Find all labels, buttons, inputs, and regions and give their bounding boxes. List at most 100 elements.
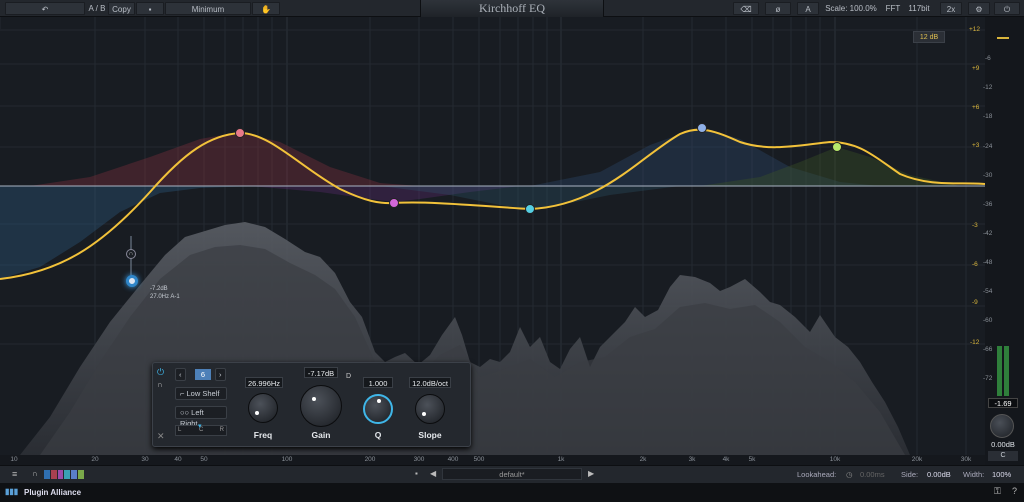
analyzer-label: -30 — [983, 172, 993, 179]
output-channel-button[interactable]: C — [988, 451, 1018, 461]
analyzer-label: -12 — [983, 84, 993, 91]
gain-label: -3 — [972, 222, 978, 229]
band-3-node[interactable] — [389, 198, 399, 208]
band-panel: ⏻ ∩ ✕ ‹ 6 › ⌐ Low Shelf ○○ Left Right L … — [152, 362, 471, 447]
top-toolbar: ↶ A / B Copy ▪ Minimum ✋ Kirchhoff EQ ⌫ … — [0, 0, 1024, 17]
filter-type-select[interactable]: ⌐ Low Shelf — [175, 387, 227, 400]
analyzer-label: -66 — [983, 346, 993, 353]
eq-graph[interactable]: ∩ -7.2dB 27.0Hz A-1 — [0, 17, 985, 455]
chevron-right-icon: › — [219, 370, 222, 379]
band-swatch[interactable] — [57, 470, 64, 479]
power-button[interactable]: ⏻ — [994, 2, 1020, 15]
filter-type-label: Low Shelf — [186, 389, 220, 398]
menu-icon: ≡ — [12, 469, 18, 479]
freq-label: 20 — [91, 456, 99, 463]
monitor-button[interactable]: ∩ — [32, 469, 38, 478]
peak-marker — [997, 37, 1009, 39]
settings-button[interactable]: ⚙ — [968, 2, 990, 15]
scale-display[interactable]: Scale: 100.0% — [823, 2, 879, 15]
bits-display[interactable]: 117bit — [907, 2, 931, 15]
slope-knob-pointer — [422, 412, 426, 416]
band-5-node[interactable] — [697, 123, 707, 133]
phase-invert-button[interactable]: ø — [765, 2, 791, 15]
lookahead-value[interactable]: 0.00ms — [860, 470, 885, 479]
save-button[interactable]: ▪ — [136, 2, 164, 15]
band-swatch[interactable] — [44, 470, 50, 479]
copy-button[interactable]: Copy — [108, 2, 135, 15]
next-band-button[interactable]: › — [215, 368, 226, 381]
slope-value-field[interactable]: 12.0dB/oct — [409, 377, 451, 388]
freq-knob[interactable] — [248, 393, 278, 423]
freq-label: 30k — [960, 456, 972, 463]
help-button[interactable]: ? — [1012, 486, 1017, 496]
delete-button[interactable]: ⌫ — [733, 2, 759, 15]
side-value[interactable]: 0.00dB — [927, 470, 951, 479]
preset-name[interactable]: default* — [442, 468, 582, 480]
gear-icon: ⚙ — [975, 5, 983, 14]
freq-value-field[interactable]: 26.996Hz — [245, 377, 283, 388]
freq-label: 200 — [364, 456, 376, 463]
hand-button[interactable]: ✋ — [252, 2, 280, 15]
q-knob[interactable] — [363, 394, 393, 424]
band-1-node[interactable] — [126, 275, 138, 287]
analyzer-label: -36 — [983, 201, 993, 208]
freq-label: 500 — [473, 456, 485, 463]
band-2-node[interactable] — [235, 128, 245, 138]
band-power-button[interactable]: ⏻ — [157, 367, 164, 378]
width-value[interactable]: 100% — [992, 470, 1011, 479]
power-icon: ⏻ — [1003, 5, 1011, 14]
range-badge[interactable]: 12 dB — [913, 31, 945, 43]
output-meter-right — [1004, 346, 1009, 396]
band-swatch[interactable] — [64, 470, 71, 479]
gain-knob[interactable] — [300, 385, 342, 427]
pan-slider[interactable]: L C R ▾ — [175, 423, 227, 436]
analyzer-label: -60 — [983, 317, 993, 324]
analyzer-label: -54 — [983, 288, 993, 295]
band-swatch[interactable] — [78, 470, 84, 479]
stereo-mode-select[interactable]: ○○ Left Right — [175, 406, 227, 428]
band-delete-button[interactable]: ✕ — [157, 431, 165, 442]
triangle-right-icon: ▶ — [588, 469, 595, 478]
chevron-left-icon: ‹ — [179, 370, 182, 379]
save-icon: ▪ — [148, 5, 152, 14]
freq-label: 10 — [10, 456, 18, 463]
gain-label: -12 — [970, 339, 980, 346]
gain-label: -6 — [972, 261, 978, 268]
ab-button[interactable]: A / B — [86, 2, 108, 15]
band-solo-button[interactable]: ∩ — [157, 380, 163, 389]
undo-icon: ↶ — [41, 5, 49, 14]
band-color-strip[interactable] — [44, 470, 84, 479]
pan-indicator: ▾ — [198, 423, 202, 430]
hand-icon: ✋ — [261, 5, 271, 14]
prev-band-button[interactable]: ‹ — [175, 368, 186, 381]
band-6-node[interactable] — [832, 142, 842, 152]
fft-button[interactable]: FFT — [883, 2, 903, 15]
plugin-alliance-logo: ▮▮▮ — [5, 487, 19, 496]
band-1-solo-node[interactable]: ∩ — [126, 249, 136, 259]
band-swatch[interactable] — [50, 470, 57, 479]
freq-label: 20k — [911, 456, 923, 463]
prev-preset-button[interactable]: ◀ — [430, 469, 436, 478]
slope-label-text: Slope — [418, 430, 442, 440]
undo-button[interactable]: ↶ — [5, 2, 85, 15]
band-4-node[interactable] — [525, 204, 535, 214]
output-gain-knob[interactable] — [990, 414, 1014, 438]
menu-button[interactable]: ≡ — [12, 469, 17, 479]
analyzer-button[interactable]: A — [797, 2, 819, 15]
stereo-icon: ○○ — [180, 408, 190, 417]
freq-label: 10k — [829, 456, 841, 463]
band-number: 6 — [195, 369, 211, 380]
slope-knob[interactable] — [415, 394, 445, 424]
license-button[interactable]: ⚿ — [994, 486, 1001, 497]
freq-label-text: Freq — [253, 430, 273, 440]
band-swatch[interactable] — [71, 470, 78, 479]
save-preset-button[interactable]: ▪ — [415, 469, 418, 478]
gain-value-field[interactable]: -7.17dB — [304, 367, 338, 378]
dynamic-button[interactable]: D — [346, 373, 351, 380]
brand-name[interactable]: Plugin Alliance — [24, 488, 81, 497]
pan-left-label: L — [178, 427, 182, 433]
oversample-button[interactable]: 2x — [940, 2, 962, 15]
q-value-field[interactable]: 1.000 — [363, 377, 393, 388]
next-preset-button[interactable]: ▶ — [588, 469, 594, 478]
phase-mode-select[interactable]: Minimum — [165, 2, 251, 15]
